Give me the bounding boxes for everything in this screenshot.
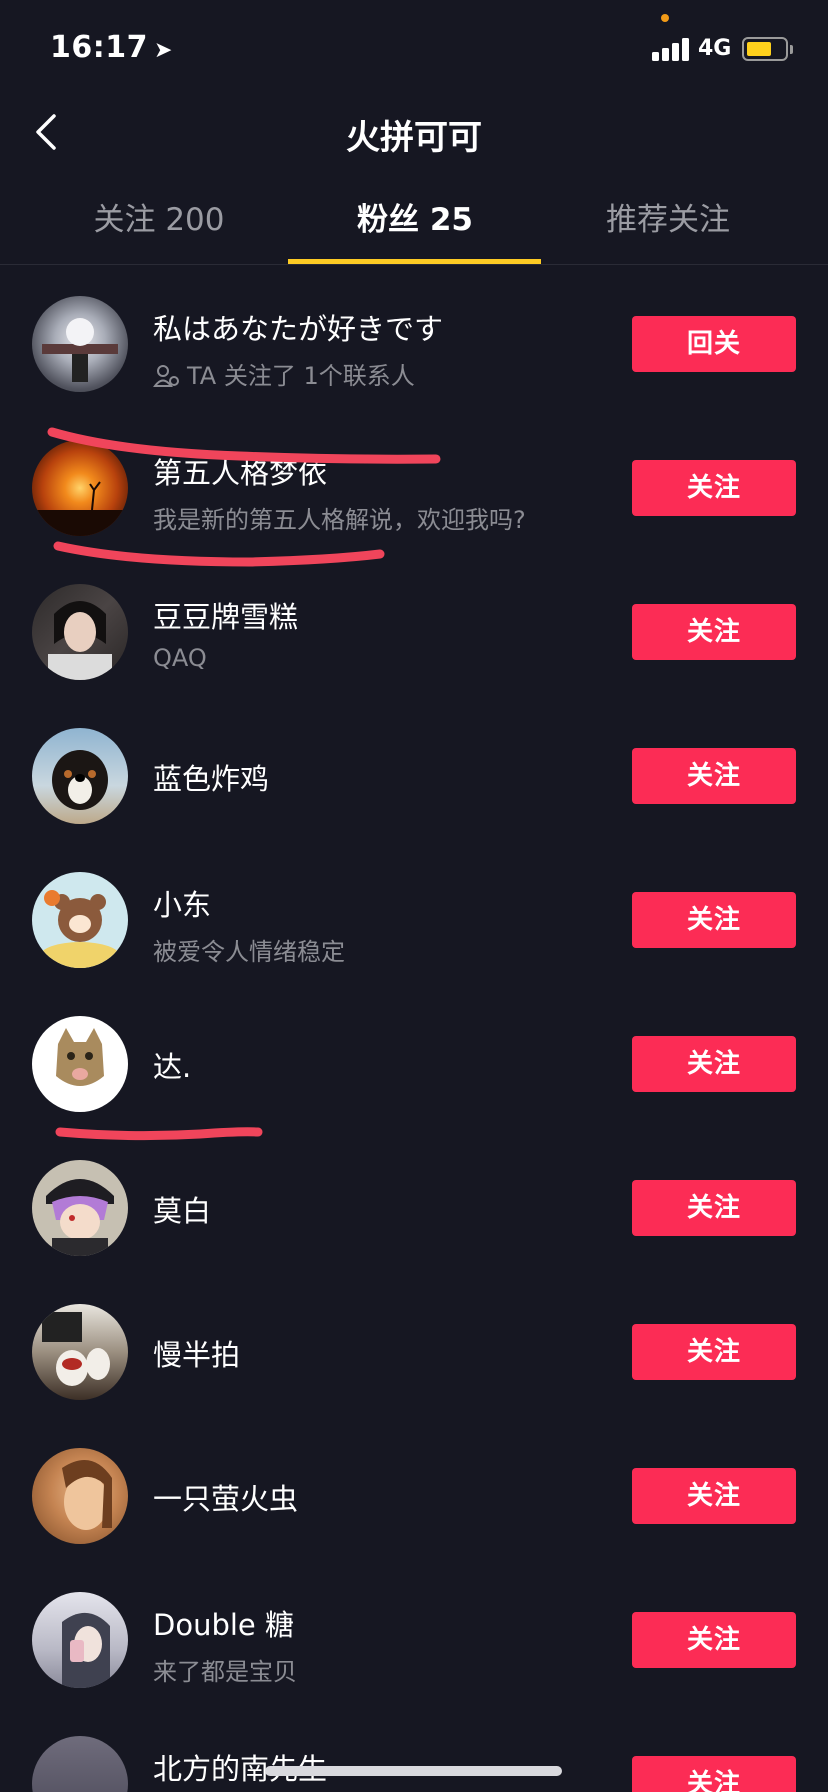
avatar[interactable] [32, 296, 128, 392]
list-item[interactable]: 一只萤火虫 关注 [0, 1424, 828, 1568]
follow-back-button[interactable]: 回关 [632, 316, 796, 372]
avatar[interactable] [32, 1736, 128, 1792]
status-time-text: 16:17 [50, 30, 148, 65]
network-type: 4G [698, 36, 732, 61]
username: 达. [153, 1050, 192, 1084]
list-item[interactable]: 小东 被爱令人情绪稳定 关注 [0, 848, 828, 992]
avatar[interactable] [32, 1160, 128, 1256]
avatar[interactable] [32, 1304, 128, 1400]
avatar[interactable] [32, 1592, 128, 1688]
follow-button[interactable]: 关注 [632, 1324, 796, 1380]
status-time: 16:17 ➤ [50, 30, 173, 65]
follow-button[interactable]: 关注 [632, 1756, 796, 1792]
avatar[interactable] [32, 872, 128, 968]
tab-bar: 关注 200 粉丝 25 推荐关注 [0, 195, 828, 265]
tab-divider [0, 264, 828, 265]
tab-fans[interactable]: 粉丝 25 [288, 195, 542, 265]
follow-button[interactable]: 关注 [632, 748, 796, 804]
username: 豆豆牌雪糕 [153, 600, 299, 634]
username: 莫白 [153, 1194, 212, 1228]
user-subtitle: TA 关注了 1个联系人 [153, 356, 415, 391]
username: 小东 [153, 888, 212, 922]
page-title: 火拼可可 [346, 118, 482, 158]
avatar[interactable] [32, 728, 128, 824]
follow-button[interactable]: 关注 [632, 604, 796, 660]
avatar[interactable] [32, 584, 128, 680]
list-item[interactable]: 北方的南先生 关注 [0, 1712, 828, 1792]
list-item[interactable]: 慢半拍 关注 [0, 1280, 828, 1424]
follow-button[interactable]: 关注 [632, 892, 796, 948]
home-indicator[interactable] [265, 1766, 562, 1776]
username: 第五人格梦依 [153, 456, 328, 490]
location-arrow-icon: ➤ [154, 38, 173, 63]
avatar[interactable] [32, 440, 128, 536]
follow-button[interactable]: 关注 [632, 1036, 796, 1092]
avatar[interactable] [32, 1016, 128, 1112]
tab-following[interactable]: 关注 200 [32, 195, 286, 265]
battery-level [747, 42, 771, 56]
user-subtitle: 被爱令人情绪稳定 [153, 938, 345, 966]
username: 蓝色炸鸡 [153, 762, 270, 796]
follow-button[interactable]: 关注 [632, 460, 796, 516]
username: 私はあなたが好きです [153, 312, 444, 346]
battery-cap [790, 45, 793, 54]
contacts-icon [153, 365, 179, 387]
list-item[interactable]: Double 糖 来了都是宝贝 关注 [0, 1568, 828, 1712]
list-item[interactable]: 第五人格梦依 我是新的第五人格解说，欢迎我吗? 关注 [0, 416, 828, 560]
follow-button[interactable]: 关注 [632, 1468, 796, 1524]
follow-button[interactable]: 关注 [632, 1612, 796, 1668]
username: 一只萤火虫 [153, 1482, 299, 1516]
avatar[interactable] [32, 1448, 128, 1544]
list-item[interactable]: 私はあなたが好きです TA 关注了 1个联系人 回关 [0, 272, 828, 416]
username: Double 糖 [153, 1608, 294, 1642]
status-bar: 16:17 ➤ 4G [0, 0, 828, 100]
list-item[interactable]: 莫白 关注 [0, 1136, 828, 1280]
list-item[interactable]: 蓝色炸鸡 关注 [0, 704, 828, 848]
follow-button[interactable]: 关注 [632, 1180, 796, 1236]
list-item[interactable]: 达. 关注 [0, 992, 828, 1136]
battery-icon [742, 37, 788, 61]
user-subtitle: QAQ [153, 644, 207, 672]
user-subtitle-text: TA 关注了 1个联系人 [187, 362, 415, 390]
user-subtitle: 来了都是宝贝 [153, 1658, 297, 1686]
cellular-signal-icon [652, 37, 692, 61]
tab-recommended[interactable]: 推荐关注 [541, 195, 795, 265]
username: 慢半拍 [153, 1338, 241, 1372]
privacy-indicator-dot [661, 14, 669, 22]
list-item[interactable]: 豆豆牌雪糕 QAQ 关注 [0, 560, 828, 704]
user-subtitle: 我是新的第五人格解说，欢迎我吗? [153, 506, 526, 534]
